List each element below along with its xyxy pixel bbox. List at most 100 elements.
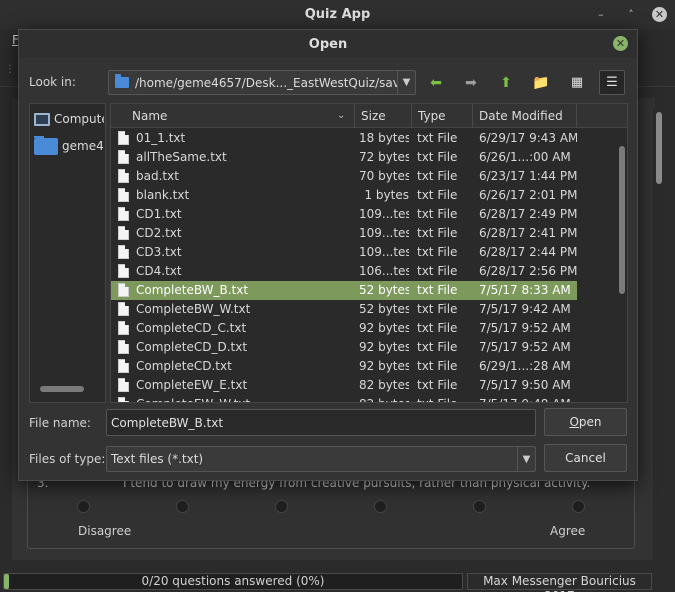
file-type-cell: txt File — [417, 340, 458, 354]
file-date-cell: 6/26/1...:00 AM — [479, 150, 571, 164]
answer-radio-5[interactable] — [473, 500, 486, 513]
column-header-name[interactable]: Name — [126, 104, 355, 128]
dialog-close-icon[interactable]: ✕ — [613, 36, 628, 51]
file-name-cell: CompleteCD_C.txt — [136, 321, 247, 335]
file-type-cell: txt File — [417, 169, 458, 183]
text-file-icon — [118, 188, 129, 202]
column-header-type[interactable]: Type — [412, 104, 473, 128]
file-row[interactable]: CompleteEW_E.txt 82 bytes txt File 7/5/17 9… — [111, 376, 577, 395]
file-date-cell: 6/29/17 9:43 AM — [479, 131, 577, 145]
sort-chevron-icon[interactable]: ⌄ — [337, 104, 345, 128]
answer-radio-2[interactable] — [176, 500, 189, 513]
file-date-cell: 7/5/17 9:52 AM — [479, 321, 571, 335]
files-of-type-combo[interactable]: Text files (*.txt) ▼ — [106, 446, 536, 472]
file-row[interactable]: CompleteCD_C.txt 92 bytes txt File 7/5/17 9… — [111, 319, 577, 338]
forward-arrow-icon[interactable]: ➡ — [458, 70, 484, 95]
answer-radio-4[interactable] — [374, 500, 387, 513]
app-scrollbar-thumb[interactable] — [656, 112, 662, 184]
file-name-cell: CD3.txt — [136, 245, 182, 259]
file-type-cell: txt File — [417, 395, 477, 402]
file-row[interactable]: CD4.txt 106...tes txt File 6/28/17 2:56 PM — [111, 262, 577, 281]
file-size-cell: 92 bytes — [359, 321, 409, 335]
new-folder-icon[interactable]: 📁 — [528, 70, 554, 95]
look-in-label: Look in: — [29, 75, 76, 89]
chevron-down-icon[interactable]: ▼ — [517, 447, 535, 471]
answer-radio-6[interactable] — [572, 500, 585, 513]
up-arrow-icon[interactable]: ⬆ — [493, 70, 519, 95]
file-type-cell: txt File — [417, 245, 458, 259]
file-size-cell: 1 bytes — [364, 188, 409, 202]
file-row[interactable]: bad.txt 70 bytes txt File 6/23/17 1:44 PM — [111, 167, 577, 186]
text-file-icon — [118, 169, 129, 183]
file-name-cell: CompleteEW_E.txt — [136, 378, 248, 392]
text-file-icon — [118, 340, 129, 354]
file-row[interactable]: CompleteBW_W.txt 52 bytes txt File 7/5/17 9… — [111, 300, 577, 319]
scale-label-disagree: Disagree — [78, 524, 132, 538]
file-row[interactable]: CompleteEW_W.txt82 bytes txt File7/5/17 9… — [111, 395, 577, 402]
file-type-cell: txt File — [417, 207, 458, 221]
column-header-date[interactable]: Date Modified — [473, 104, 577, 128]
answer-radio-3[interactable] — [275, 500, 288, 513]
maximize-icon[interactable]: ˄ — [622, 5, 640, 23]
scale-label-agree: Agree — [550, 524, 586, 538]
file-type-cell: txt File — [417, 188, 458, 202]
list-view-icon[interactable]: ▦ — [564, 70, 590, 95]
file-name-cell: blank.txt — [136, 188, 190, 202]
toolbar-grip-icon[interactable]: ⋮ — [5, 64, 15, 75]
text-file-icon — [118, 226, 129, 240]
file-size-cell: 109...tes — [359, 245, 409, 259]
sidebar-item-home[interactable]: geme4657 — [34, 136, 104, 156]
progress-bar: 0/20 questions answered (0%) — [3, 573, 463, 590]
file-row[interactable]: CD2.txt 109...tes txt File 6/28/17 2:41 PM — [111, 224, 577, 243]
file-list: Name ⌄ Size Type Date Modified 01_1.txt 1… — [110, 103, 628, 403]
minimize-icon[interactable]: – — [592, 5, 610, 23]
details-view-icon[interactable]: ☰ — [599, 70, 625, 95]
file-type-cell: txt File — [417, 359, 458, 373]
file-name-cell: CD2.txt — [136, 226, 182, 240]
file-type-cell: txt File — [417, 302, 458, 316]
files-of-type-value: Text files (*.txt) — [111, 452, 204, 466]
file-name-cell: allTheSame.txt — [136, 150, 227, 164]
look-in-combo[interactable]: /home/geme4657/Desk..._EastWestQuiz/save… — [108, 70, 416, 95]
author-credit: Max Messenger Bouricius 2017 — [467, 573, 652, 592]
file-date-cell: 7/5/17 8:33 AM — [479, 283, 571, 297]
answer-radio-1[interactable] — [77, 500, 90, 513]
file-date-cell: 6/28/17 2:56 PM — [479, 264, 577, 278]
file-row[interactable]: CompleteCD.txt 92 bytes txt File 6/29/1...:… — [111, 357, 577, 376]
text-file-icon — [118, 245, 129, 259]
column-header-size[interactable]: Size — [355, 104, 412, 128]
open-button[interactable]: Open — [544, 408, 627, 436]
sidebar-item-label: geme4657 — [62, 139, 104, 153]
file-row[interactable]: allTheSame.txt 72 bytes txt File 6/26/1...:… — [111, 148, 577, 167]
text-file-icon — [118, 397, 129, 402]
file-type-cell: txt File — [417, 226, 458, 240]
computer-icon — [34, 112, 50, 126]
file-row[interactable]: CD3.txt 109...tes txt File 6/28/17 2:44 PM — [111, 243, 577, 262]
file-row[interactable]: CD1.txt 109...tes txt File 6/28/17 2:49 PM — [111, 205, 577, 224]
file-row[interactable]: CompleteCD_D.txt 92 bytes txt File 7/5/17 9… — [111, 338, 577, 357]
file-type-cell: txt File — [417, 378, 458, 392]
file-type-cell: txt File — [417, 283, 458, 297]
sidebar-item-computer[interactable]: Computer — [34, 109, 104, 129]
chevron-down-icon[interactable]: ▼ — [397, 71, 415, 94]
file-date-cell: 6/28/17 2:49 PM — [479, 207, 577, 221]
app-title: Quiz App — [304, 7, 371, 22]
file-name-cell: CD4.txt — [136, 264, 182, 278]
app-titlebar: Quiz App – ˄ ✕ — [0, 0, 675, 29]
file-name-cell: bad.txt — [136, 169, 179, 183]
file-name-input[interactable] — [106, 409, 536, 436]
file-row[interactable]: CompleteBW_B.txt 52 bytes txt File 7/5/17 8… — [111, 281, 577, 300]
file-list-scrollbar-thumb[interactable] — [619, 146, 625, 294]
file-size-cell: 52 bytes — [359, 283, 409, 297]
folder-icon — [115, 74, 129, 88]
file-row[interactable]: blank.txt 1 bytes txt File 6/26/17 2:01 PM — [111, 186, 577, 205]
close-icon[interactable]: ✕ — [652, 6, 667, 22]
back-arrow-icon[interactable]: ⬅ — [423, 70, 449, 95]
file-row[interactable]: 01_1.txt 18 bytes txt File 6/29/17 9:43 AM — [111, 129, 577, 148]
file-date-cell: 6/28/17 2:44 PM — [479, 245, 577, 259]
file-rows: 01_1.txt 18 bytes txt File 6/29/17 9:43 AM a… — [111, 129, 627, 402]
sidebar-scrollbar-thumb[interactable] — [40, 386, 84, 392]
file-size-cell: 106...tes — [359, 264, 409, 278]
file-size-cell: 92 bytes — [359, 359, 409, 373]
cancel-button[interactable]: Cancel — [544, 444, 627, 472]
